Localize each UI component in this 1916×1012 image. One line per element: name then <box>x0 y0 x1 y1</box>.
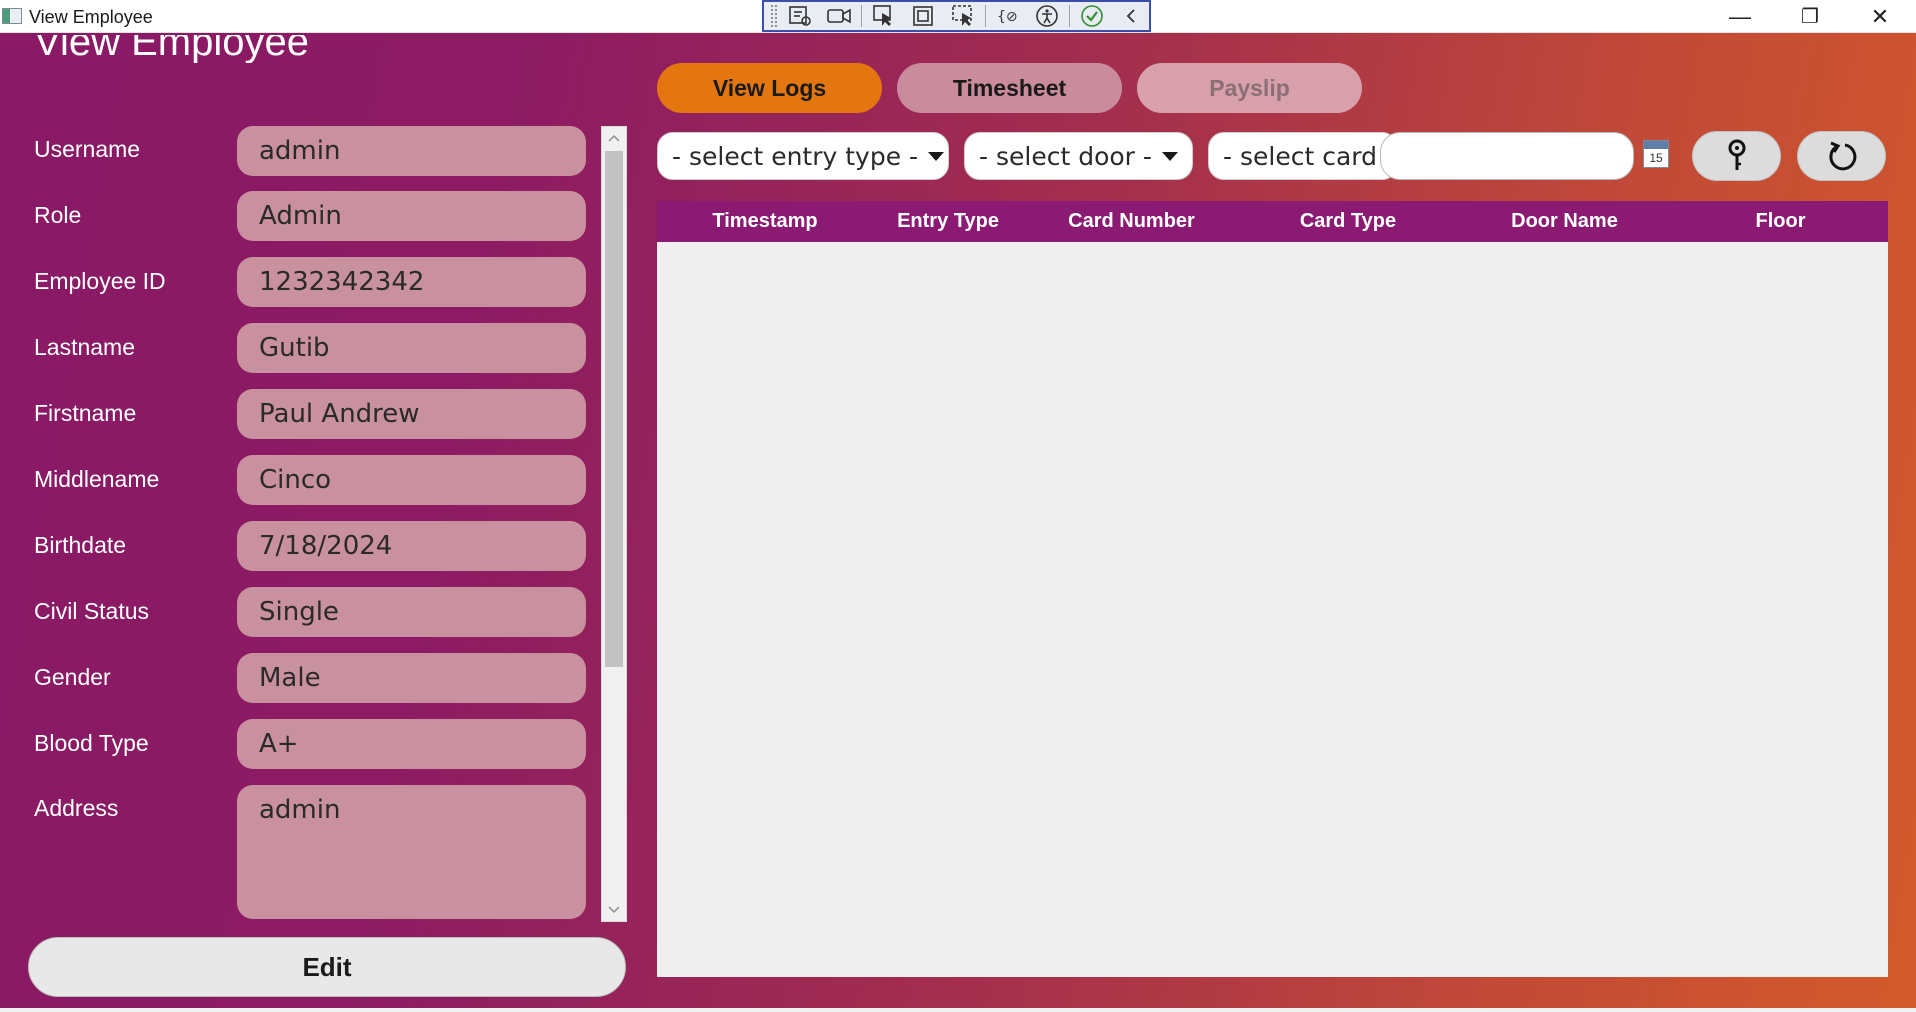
lastname-field[interactable]: Gutib <box>237 323 586 373</box>
check-icon[interactable] <box>1074 2 1110 30</box>
date-input[interactable] <box>1380 132 1634 180</box>
chevron-down-icon <box>1162 151 1178 161</box>
toolbar-separator <box>984 5 986 27</box>
title-bar: View Employee {⊘} <box>0 0 1916 33</box>
entry-type-select-value: - select entry type - <box>672 141 919 171</box>
firstname-field[interactable]: Paul Andrew <box>237 389 586 439</box>
accessibility-icon[interactable] <box>1029 2 1065 30</box>
civil-status-field[interactable]: Single <box>237 587 586 637</box>
column-header-entry-type[interactable]: Entry Type <box>873 201 1023 242</box>
employee-id-label: Employee ID <box>34 268 166 294</box>
logs-table: Timestamp Entry Type Card Number Card Ty… <box>657 201 1888 977</box>
username-label: Username <box>34 136 141 162</box>
camera-icon[interactable] <box>821 2 857 30</box>
close-button[interactable]: ✕ <box>1846 0 1914 33</box>
toolbar-separator <box>861 5 863 27</box>
display-layout-icon[interactable] <box>906 2 942 30</box>
entry-type-select[interactable]: - select entry type - <box>657 132 949 180</box>
toolbar-separator <box>1068 5 1070 27</box>
door-select[interactable]: - select door - <box>964 132 1193 180</box>
scroll-down-icon[interactable] <box>602 899 626 921</box>
blood-type-field[interactable]: A+ <box>237 719 586 769</box>
page-title: View Employee <box>34 35 309 63</box>
refresh-button[interactable] <box>1797 131 1886 181</box>
civil-status-label: Civil Status <box>34 598 150 624</box>
birthdate-label: Birthdate <box>34 532 127 558</box>
app-icon <box>2 8 22 24</box>
role-label: Role <box>34 202 82 228</box>
employee-id-field[interactable]: 1232342342 <box>237 257 586 307</box>
address-label: Address <box>34 795 119 821</box>
card-select-value: - select card - <box>1223 141 1394 171</box>
select-element-icon[interactable] <box>866 2 902 30</box>
middlename-field[interactable]: Cinco <box>237 455 586 505</box>
debug-toolbar: {⊘} <box>762 0 1151 32</box>
tab-view-logs[interactable]: View Logs <box>657 63 882 113</box>
address-field[interactable]: admin <box>237 785 586 919</box>
door-select-value: - select door - <box>979 141 1152 171</box>
table-header: Timestamp Entry Type Card Number Card Ty… <box>657 201 1888 242</box>
middlename-label: Middlename <box>34 466 160 492</box>
gender-field[interactable]: Male <box>237 653 586 703</box>
key-icon <box>1728 139 1745 170</box>
column-header-card-type[interactable]: Card Type <box>1240 201 1456 242</box>
svg-text:{⊘}: {⊘} <box>997 9 1019 25</box>
username-field[interactable]: admin <box>237 126 586 176</box>
calendar-day: 15 <box>1649 151 1663 165</box>
collapse-icon[interactable] <box>1113 2 1149 30</box>
column-header-timestamp[interactable]: Timestamp <box>657 201 873 242</box>
edit-button[interactable]: Edit <box>28 937 626 997</box>
scroll-thumb[interactable] <box>605 151 623 667</box>
card-select[interactable]: - select card - <box>1208 132 1398 180</box>
scroll-up-icon[interactable] <box>602 127 626 149</box>
lastname-label: Lastname <box>34 334 136 360</box>
main-content: View Employee Username admin Role Admin … <box>0 33 1916 1008</box>
restore-button[interactable]: ❐ <box>1776 0 1844 33</box>
column-header-floor[interactable]: Floor <box>1673 201 1888 242</box>
calendar-icon[interactable]: 15 <box>1643 140 1669 168</box>
chevron-down-icon <box>928 151 945 161</box>
firstname-label: Firstname <box>34 400 137 426</box>
form-scrollbar[interactable] <box>601 126 627 922</box>
tab-timesheet[interactable]: Timesheet <box>897 63 1122 113</box>
column-header-card-number[interactable]: Card Number <box>1023 201 1240 242</box>
role-field[interactable]: Admin <box>237 191 586 241</box>
blood-type-label: Blood Type <box>34 730 149 756</box>
refresh-icon <box>1828 141 1856 171</box>
birthdate-field[interactable]: 7/18/2024 <box>237 521 586 571</box>
grip-icon[interactable] <box>770 4 778 28</box>
tab-payslip: Payslip <box>1137 63 1362 113</box>
window-title: View Employee <box>29 7 153 27</box>
binding-failures-icon[interactable]: {⊘} <box>990 2 1026 30</box>
minimize-button[interactable]: — <box>1706 0 1774 33</box>
filter-button[interactable] <box>1692 131 1781 181</box>
live-tree-icon[interactable] <box>782 2 818 30</box>
track-focus-icon[interactable] <box>945 2 981 30</box>
gender-label: Gender <box>34 664 111 690</box>
column-header-door-name[interactable]: Door Name <box>1456 201 1673 242</box>
